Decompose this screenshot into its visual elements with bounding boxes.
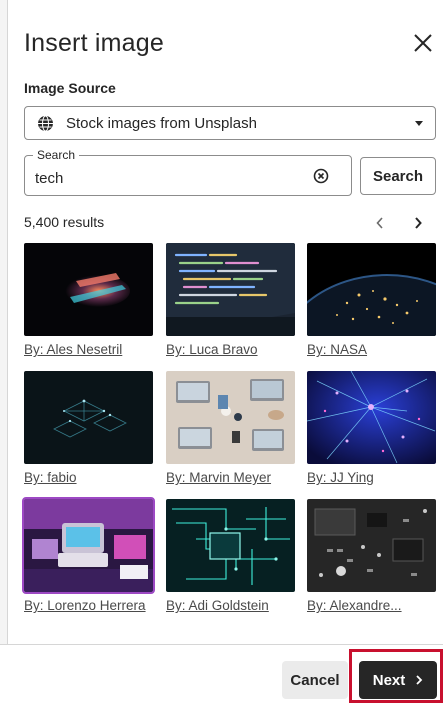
next-button[interactable]: Next	[359, 661, 437, 699]
search-value: tech	[35, 170, 64, 187]
clear-icon[interactable]	[313, 168, 329, 184]
close-icon	[414, 34, 432, 52]
image-thumbnail	[166, 499, 295, 592]
image-thumbnail	[307, 371, 436, 464]
image-caption[interactable]: By: NASA	[307, 342, 367, 357]
image-caption[interactable]: By: fabio	[24, 470, 77, 485]
image-caption[interactable]: By: Alexandre...	[307, 598, 402, 613]
image-thumbnail	[166, 371, 295, 464]
image-thumbnail	[22, 497, 155, 594]
chevron-left-icon[interactable]	[373, 214, 387, 232]
search-input[interactable]: Search tech	[24, 148, 352, 196]
image-caption[interactable]: By: Adi Goldstein	[166, 598, 269, 613]
image-caption[interactable]: By: JJ Ying	[307, 470, 374, 485]
image-thumbnail	[166, 243, 295, 336]
image-thumbnail	[24, 243, 153, 336]
next-button-label: Next	[372, 671, 406, 689]
results-count: 5,400 results	[24, 214, 105, 230]
image-source-value: Stock images from Unsplash	[66, 115, 257, 132]
search-button[interactable]: Search	[360, 157, 436, 195]
image-source-select[interactable]: Stock images from Unsplash	[24, 106, 436, 140]
close-button[interactable]	[410, 30, 436, 56]
cancel-button[interactable]: Cancel	[282, 661, 348, 699]
search-legend: Search	[33, 148, 80, 162]
image-caption[interactable]: By: Marvin Meyer	[166, 470, 271, 485]
chevron-down-icon	[415, 121, 423, 126]
image-thumbnail	[307, 499, 436, 592]
insert-image-dialog: Insert image Image Source Stock images f…	[0, 0, 443, 703]
globe-icon	[38, 115, 53, 132]
image-thumbnail	[307, 243, 436, 336]
image-source-label: Image Source	[24, 80, 116, 96]
chevron-right-icon[interactable]	[411, 214, 425, 232]
dialog-title: Insert image	[24, 29, 164, 57]
image-caption[interactable]: By: Lorenzo Herrera	[24, 598, 146, 613]
image-thumbnail	[24, 371, 153, 464]
image-caption[interactable]: By: Luca Bravo	[166, 342, 258, 357]
background-edge	[0, 0, 8, 703]
image-caption[interactable]: By: Ales Nesetril	[24, 342, 122, 357]
chevron-right-icon	[416, 675, 423, 685]
